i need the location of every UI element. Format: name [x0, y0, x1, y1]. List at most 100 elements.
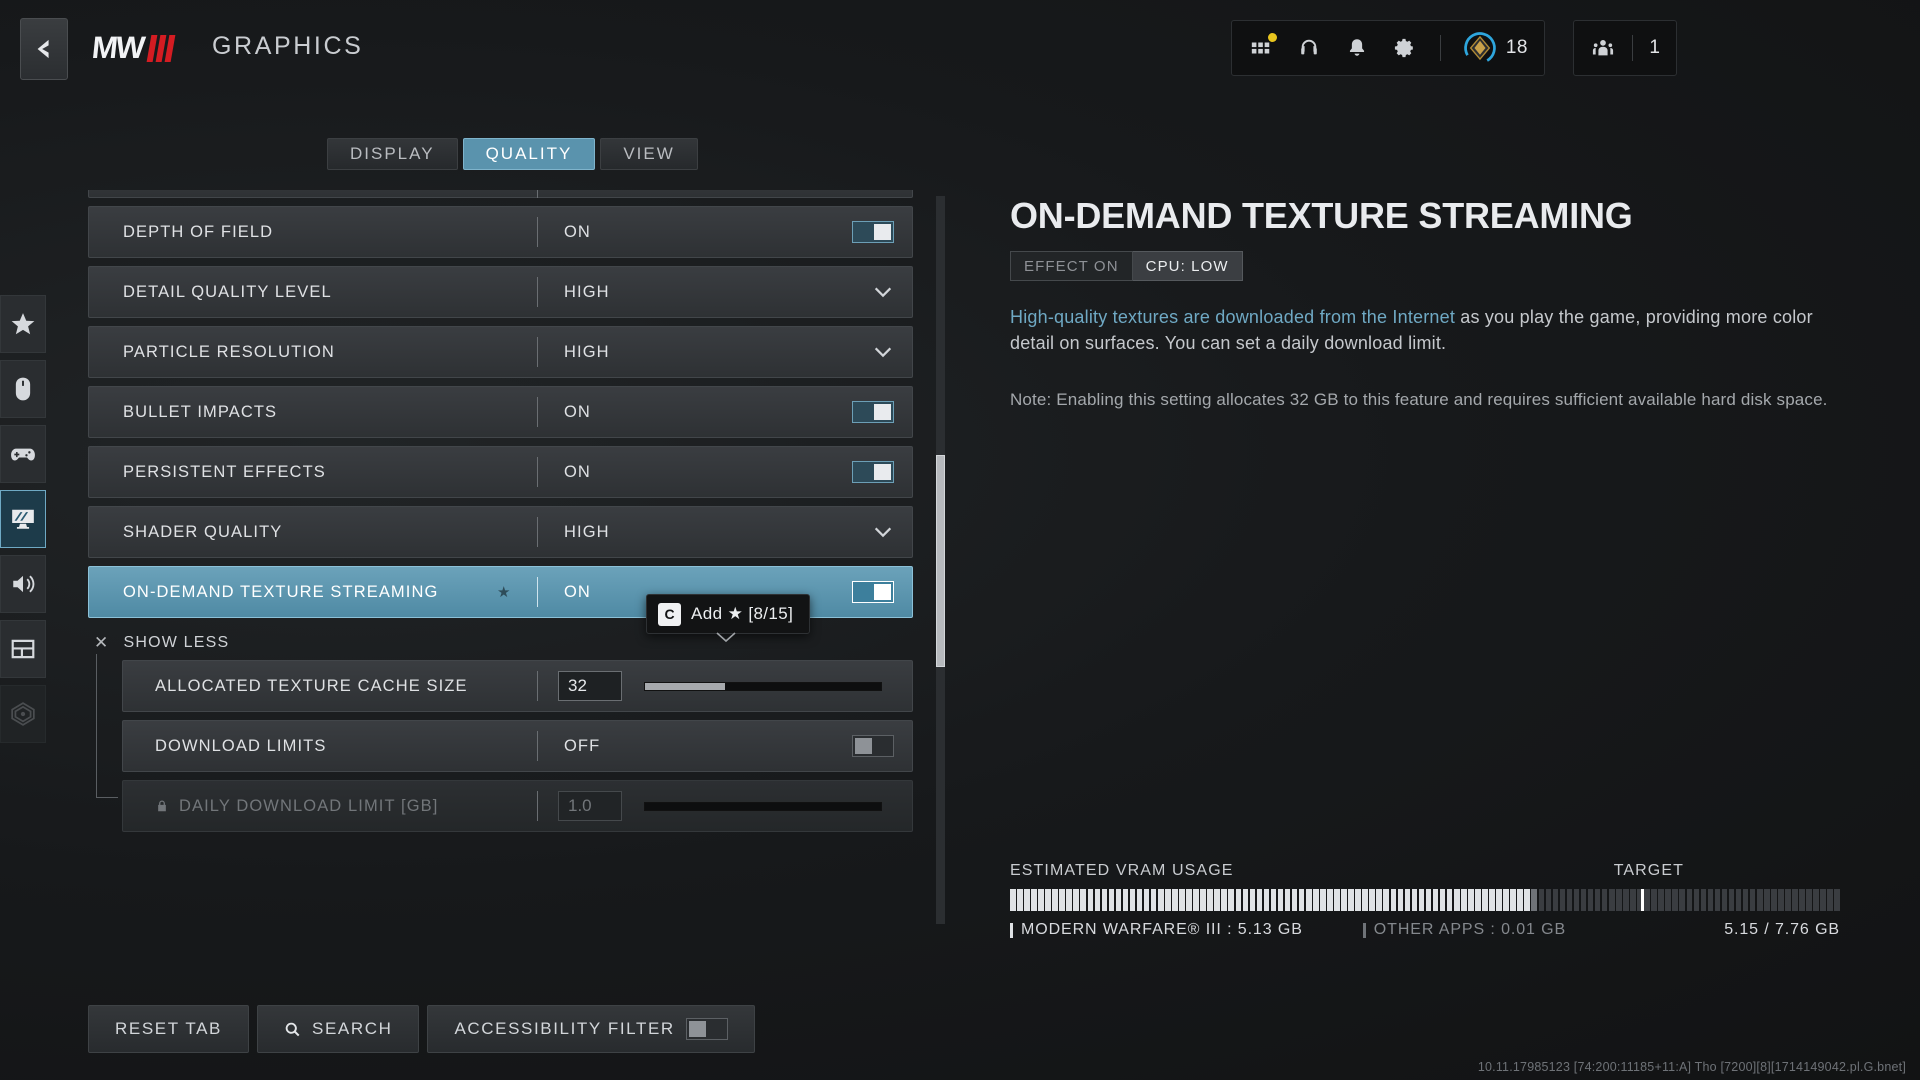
sidebar-item-graphics[interactable]	[0, 490, 46, 548]
setting-row-allocated-texture-cache-size[interactable]: ALLOCATED TEXTURE CACHE SIZE 32	[122, 660, 913, 712]
party-widget[interactable]: 1	[1573, 20, 1677, 76]
setting-row-bullet-impacts[interactable]: BULLET IMPACTS ON	[88, 386, 913, 438]
vram-segment	[1059, 889, 1065, 911]
setting-value: ON	[564, 402, 591, 421]
setting-label: PERSISTENT EFFECTS	[123, 462, 326, 481]
toggle-switch[interactable]	[852, 735, 894, 757]
sidebar-item-audio[interactable]	[0, 555, 46, 613]
toggle-switch[interactable]	[852, 221, 894, 243]
toggle-control[interactable]	[852, 461, 894, 483]
vram-segment	[1799, 889, 1805, 911]
setting-label: DAILY DOWNLOAD LIMIT [GB]	[123, 797, 537, 816]
dropdown-control[interactable]	[872, 521, 894, 543]
dropdown-control[interactable]	[872, 190, 894, 194]
vram-segment	[1291, 889, 1298, 911]
search-label: SEARCH	[312, 1019, 393, 1038]
sub-settings-group: ALLOCATED TEXTURE CACHE SIZE 32 DOWNLOAD…	[88, 654, 913, 832]
vram-segment	[1778, 889, 1784, 911]
vram-header: ESTIMATED VRAM USAGE TARGET	[1010, 862, 1840, 880]
sidebar-item-network[interactable]	[0, 685, 46, 743]
toggle-switch[interactable]	[852, 461, 894, 483]
vram-segment	[1038, 889, 1044, 911]
toggle-control[interactable]	[852, 401, 894, 423]
sidebar-item-interface[interactable]	[0, 620, 46, 678]
headset-icon[interactable]	[1296, 35, 1322, 61]
accessibility-toggle[interactable]	[685, 1018, 728, 1040]
logo-text: MW	[90, 30, 145, 65]
cache-size-slider[interactable]	[644, 681, 882, 691]
vram-segment	[1461, 889, 1467, 911]
sidebar-item-controller[interactable]	[0, 425, 46, 483]
vram-segment	[1228, 889, 1234, 911]
search-icon	[285, 1022, 300, 1036]
dropdown-control[interactable]	[872, 281, 894, 303]
setting-row-depth-of-field[interactable]: DEPTH OF FIELD ON	[88, 206, 913, 258]
search-button[interactable]: SEARCH	[257, 1005, 420, 1053]
vram-segment	[1714, 889, 1721, 911]
settings-list: TEXTURE FILTER ANISOTROPIC HIGH DEPTH OF…	[88, 190, 913, 930]
gear-icon[interactable]	[1392, 35, 1418, 61]
vram-segment	[1742, 889, 1749, 911]
legend-tick-icon	[1010, 922, 1013, 938]
setting-row-particle-resolution[interactable]: PARTICLE RESOLUTION HIGH	[88, 326, 913, 378]
level-value: 18	[1505, 37, 1528, 58]
sidebar-item-mouse-keyboard[interactable]	[0, 360, 46, 418]
toggle-control[interactable]	[852, 581, 894, 603]
bell-icon[interactable]	[1344, 35, 1370, 61]
detail-note: Note: Enabling this setting allocates 32…	[1010, 390, 1828, 410]
vram-segment	[1623, 889, 1629, 911]
tab-view[interactable]: VIEW	[600, 138, 698, 170]
settings-tabs: DISPLAY QUALITY VIEW	[327, 138, 698, 170]
setting-row-texture-filter-anisotropic[interactable]: TEXTURE FILTER ANISOTROPIC HIGH	[88, 190, 913, 198]
vram-segment	[1369, 889, 1375, 911]
tab-quality[interactable]: QUALITY	[462, 138, 596, 170]
toggle-control[interactable]	[852, 221, 894, 243]
vram-segment	[1094, 889, 1101, 911]
back-button[interactable]	[20, 18, 68, 80]
bottom-action-bar: RESET TAB SEARCH ACCESSIBILITY FILTER	[88, 1005, 755, 1053]
setting-label: TEXTURE FILTER ANISOTROPIC	[89, 190, 537, 193]
vram-segment	[1820, 889, 1826, 911]
level-badge[interactable]: 18	[1463, 31, 1528, 65]
legend-tick-icon	[1362, 922, 1366, 938]
accessibility-filter-button[interactable]: ACCESSIBILITY FILTER	[427, 1005, 755, 1053]
cache-size-input[interactable]: 32	[558, 671, 622, 701]
vram-segment	[1129, 889, 1136, 911]
vram-segment	[1728, 889, 1735, 911]
chevron-down-icon	[874, 347, 892, 358]
vram-segment	[1559, 889, 1566, 911]
vram-legend-other: OTHER APPS : 0.01 GB	[1362, 921, 1566, 939]
sidebar-item-favorites[interactable]	[0, 295, 46, 353]
broadcast-icon	[11, 702, 35, 726]
toggle-control[interactable]	[852, 735, 894, 757]
tab-display[interactable]: DISPLAY	[327, 138, 458, 170]
description-highlight: High-quality textures are downloaded fro…	[1010, 307, 1456, 327]
setting-row-persistent-effects[interactable]: PERSISTENT EFFECTS ON	[88, 446, 913, 498]
vram-segment	[1143, 889, 1150, 911]
keybind-badge: C	[658, 602, 681, 626]
dropdown-control[interactable]	[872, 341, 894, 363]
vram-segment	[1115, 889, 1122, 911]
setting-row-detail-quality-level[interactable]: DETAIL QUALITY LEVEL HIGH	[88, 266, 913, 318]
toggle-switch[interactable]	[852, 401, 894, 423]
toggle-switch[interactable]	[852, 581, 894, 603]
vram-segment	[1390, 889, 1397, 911]
setting-row-shader-quality[interactable]: SHADER QUALITY HIGH	[88, 506, 913, 558]
vram-segment	[1080, 889, 1087, 911]
vram-segment	[1468, 889, 1474, 911]
vram-segment	[1249, 889, 1256, 911]
scrollbar-thumb[interactable]	[936, 455, 945, 667]
favorite-tooltip: C Add ★ [8/15]	[646, 594, 811, 634]
vram-segment	[1749, 889, 1756, 911]
vram-segment	[1630, 889, 1636, 911]
reset-tab-button[interactable]: RESET TAB	[88, 1005, 249, 1053]
chevron-down-icon	[872, 190, 894, 194]
vram-segment	[1496, 889, 1502, 911]
apps-grid-icon[interactable]	[1248, 33, 1277, 61]
daily-limit-input: 1.0	[558, 791, 622, 821]
vram-segment	[1235, 889, 1242, 911]
mw3-logo: MW	[90, 30, 176, 66]
vram-segment	[1101, 889, 1108, 911]
setting-row-download-limits[interactable]: DOWNLOAD LIMITS OFF	[122, 720, 913, 772]
vram-segment	[1601, 889, 1608, 911]
